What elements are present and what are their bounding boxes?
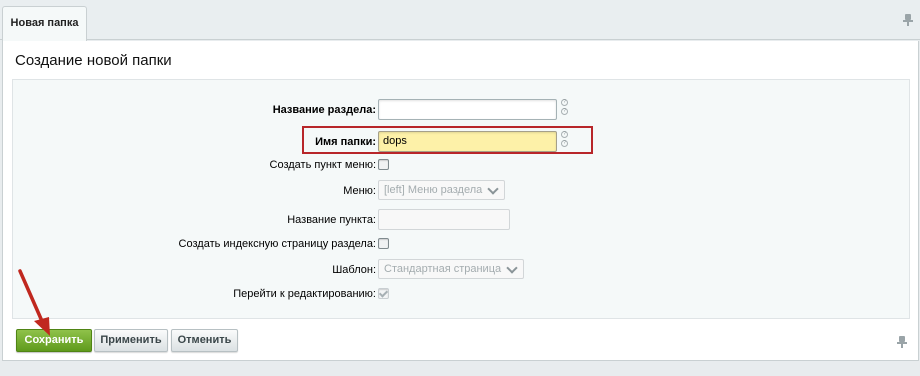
cancel-button[interactable]: Отменить (171, 329, 238, 352)
chevron-down-icon (506, 262, 518, 274)
go-to-edit-row: Перейти к редактированию: (13, 283, 911, 305)
create-index-page-label: Создать индексную страницу раздела: (178, 238, 376, 250)
form-area: Название раздела: ?? Имя папки: dops ?? … (12, 79, 910, 319)
create-menu-item-checkbox[interactable] (378, 159, 389, 170)
create-menu-item-row: Создать пункт меню: (13, 154, 911, 176)
section-name-input[interactable] (378, 99, 557, 120)
template-select[interactable]: Стандартная страница (378, 259, 525, 279)
save-button[interactable]: Сохранить (16, 329, 92, 352)
folder-name-highlight (302, 126, 593, 154)
create-index-page-row: Создать индексную страницу раздела: (13, 233, 911, 255)
hint-icon[interactable]: ?? (561, 99, 569, 117)
menu-row: Меню: [left] Меню раздела (13, 180, 911, 202)
menu-label: Меню: (343, 185, 376, 197)
create-index-page-checkbox[interactable] (378, 238, 389, 249)
section-name-row: Название раздела: ?? (13, 99, 911, 121)
menu-select[interactable]: [left] Меню раздела (378, 180, 506, 200)
tab-bar: Новая папка (0, 0, 920, 41)
item-name-label: Название пункта: (287, 214, 376, 226)
template-select-value: Стандартная страница (384, 263, 502, 275)
page-title: Создание новой папки (15, 52, 172, 69)
go-to-edit-label: Перейти к редактированию: (233, 288, 376, 300)
tab-new-folder[interactable]: Новая папка (2, 6, 87, 41)
template-label: Шаблон: (332, 264, 376, 276)
apply-button[interactable]: Применить (94, 329, 168, 352)
menu-select-value: [left] Меню раздела (384, 184, 483, 196)
pin-icon[interactable] (897, 336, 907, 348)
template-row: Шаблон: Стандартная страница (13, 259, 911, 281)
section-name-label: Название раздела: (272, 104, 376, 116)
chevron-down-icon (487, 183, 499, 195)
go-to-edit-checkbox[interactable] (378, 288, 389, 299)
item-name-input[interactable] (378, 209, 510, 230)
create-menu-item-label: Создать пункт меню: (269, 159, 376, 171)
pin-icon[interactable] (903, 14, 913, 26)
form-panel: Создание новой папки Название раздела: ?… (2, 41, 919, 361)
item-name-row: Название пункта: (13, 209, 911, 231)
